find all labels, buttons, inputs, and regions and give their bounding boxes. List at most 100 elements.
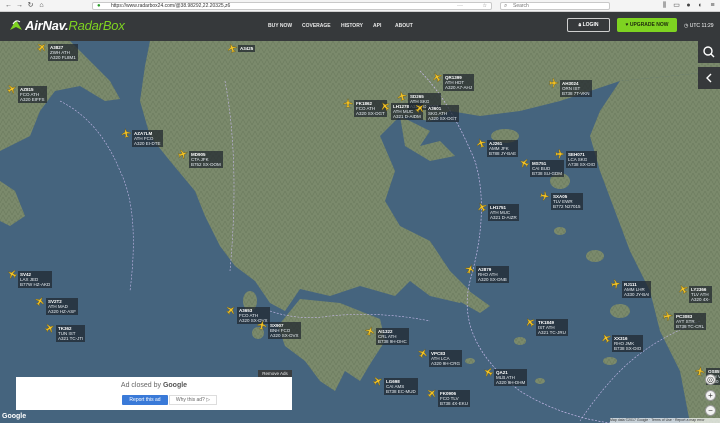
login-button[interactable]: 🔒︎ LOGIN [567, 18, 610, 32]
lock-icon: 🔒︎ [578, 22, 582, 28]
map-base[interactable] [0, 41, 720, 423]
flight-aircraft: A320 9H-DHM [496, 380, 526, 385]
nav-coverage[interactable]: COVERAGE [302, 12, 331, 41]
search-icon [703, 46, 715, 58]
flight-aircraft: A330 JY-BAI [624, 292, 650, 297]
url-bar[interactable]: ● https://www.radarbox24.com/@38.98292,2… [92, 2, 492, 10]
back-icon[interactable]: ← [4, 0, 13, 12]
logo[interactable]: AirNav.RadarBox [25, 18, 125, 33]
flight-label[interactable]: PC3083 AYT STR B738 TC-CRL [674, 313, 707, 330]
upgrade-button[interactable]: ♥ UPGRADE NOW [617, 18, 677, 32]
flight-aircraft: B788 JY-BAE [489, 151, 517, 156]
flight-label[interactable]: SXA05 TLV EWR B772 N27015 [551, 193, 583, 210]
flight-aircraft: A321 D-AIZR [490, 215, 517, 220]
flight-aircraft: A320 A7-AHJ [445, 85, 473, 90]
page-actions-icon[interactable]: ··· [457, 3, 463, 9]
flight-label[interactable]: VPC83 ATH LCA A320 9H-CRG [429, 350, 463, 367]
flight-label[interactable]: A3827 ZWH ATH A320 FL8M1 [48, 44, 78, 61]
site-header: AirNav.RadarBox BUY NOW COVERAGE HISTORY… [0, 12, 720, 41]
flight-aircraft: A320 SX-DGT [356, 111, 385, 116]
airplane-icon[interactable] [662, 310, 674, 322]
gift-icon: ♥ [625, 22, 629, 28]
url-text[interactable]: https://www.radarbox24.com/@38.98292,22.… [111, 3, 230, 10]
zoom-out-button[interactable]: − [705, 405, 716, 416]
upgrade-label: UPGRADE NOW [629, 22, 669, 28]
forward-icon[interactable]: → [15, 0, 24, 12]
login-label: LOGIN [582, 22, 599, 28]
flight-aircraft: A320 FL8M1 [50, 55, 76, 60]
library-icon[interactable]: ⫼ [660, 0, 669, 12]
flight-aircraft: B738 TC-CRL [676, 324, 705, 329]
nav-buy-now[interactable]: BUY NOW [268, 12, 292, 41]
flight-aircraft: A320 EIFFS [20, 97, 45, 102]
flight-label[interactable]: AH3024 ORN IST B738 7T-VKN [560, 80, 592, 97]
airplane-icon[interactable] [120, 127, 132, 139]
flight-aircraft: B738 7T-VKN [562, 91, 590, 96]
sidebar-icon[interactable]: ▭ [672, 0, 681, 12]
extension-icon[interactable]: ◐ [696, 0, 705, 12]
flight-label[interactable]: AI1322 CRL ATH B738 9H-DHC [376, 328, 409, 345]
map-search-button[interactable] [698, 41, 720, 63]
flight-label[interactable]: LG698 CAI AMS B738 EC-MUD [384, 378, 418, 395]
extension-icon[interactable]: ● [684, 0, 693, 12]
flight-aircraft: A320 4X- [691, 297, 710, 302]
flight-label[interactable]: MS751 CAI BUD B738 SU-GDM [530, 160, 565, 177]
flight-label[interactable]: AJ261 AMM JFK B788 JY-BAE [487, 140, 519, 157]
search-input[interactable] [513, 3, 603, 9]
flight-label[interactable]: FK0906 FCO TLV B738 4X-EKU [438, 390, 471, 407]
flight-label[interactable]: LY2366 TLV ATH A320 4X- [689, 286, 712, 303]
bookmark-icon[interactable]: ☆ [483, 3, 487, 10]
zoom-in-button[interactable]: + [705, 390, 716, 401]
report-ad-button[interactable]: Report this ad [122, 395, 168, 405]
flight-aircraft: A320 HZ-ASF [48, 309, 77, 314]
home-icon[interactable]: ⌂ [37, 0, 46, 12]
flight-label[interactable]: A3601 SKG ATH A320 SX-DGT [426, 105, 459, 122]
flight-label[interactable]: AZA7LM ATH FCO A320 EI-DTE [132, 130, 163, 147]
airplane-icon[interactable] [610, 278, 622, 290]
remove-ads-button[interactable]: Remove Ads [258, 370, 292, 377]
airplane-icon[interactable] [549, 78, 559, 88]
airplane-icon[interactable] [539, 190, 551, 202]
airplane-icon[interactable] [256, 319, 268, 331]
nav-history[interactable]: HISTORY [341, 12, 363, 41]
flight-callsign: A3425 [240, 46, 254, 51]
map-attribution[interactable]: Map data ©2017 Google · Terms of Use · R… [610, 418, 720, 423]
chevron-left-icon [706, 73, 712, 83]
airplane-icon[interactable] [694, 365, 706, 377]
flight-label[interactable]: TK362 TUN IST A321 TC-JTI [56, 325, 86, 342]
flight-label[interactable]: SX907 BNH FCO A320 SX-DVX [268, 322, 301, 339]
flight-label[interactable]: QR1399 ATH HDT A320 A7-AHJ [443, 74, 475, 91]
nav-about[interactable]: ABOUT [395, 12, 413, 41]
browser-search[interactable]: ⌕ [500, 2, 610, 10]
search-icon: ⌕ [504, 3, 508, 9]
flight-aircraft: A320 EI-DTE [134, 141, 161, 146]
my-location-icon[interactable]: ◎ [705, 374, 716, 385]
flight-label[interactable]: SEH071 LCA SKG A738 SX-DIO [566, 151, 598, 168]
nav-api[interactable]: API [373, 12, 381, 41]
radar-map[interactable]: A3827 ZWH ATH A320 FL8M1 A3425 AZ815 FCO ATH A… [0, 41, 720, 423]
why-this-ad-button[interactable]: Why this ad? ▷ [169, 395, 217, 405]
flight-label[interactable]: SV42 LAX JED B77W HZ-AKD [18, 271, 53, 288]
flight-label[interactable]: LH1751 ATH MUC A321 D-AIZR [488, 204, 519, 221]
flight-label[interactable]: SV2T2 ATH MAD A320 HZ-ASF [46, 298, 79, 315]
airplane-icon[interactable] [343, 98, 353, 108]
flight-label[interactable]: MD905 CTA JFK B752 SX-DOM [189, 151, 223, 168]
panel-toggle-button[interactable] [698, 67, 720, 89]
flight-aircraft: B738 EC-MUD [386, 389, 416, 394]
airplane-icon[interactable] [555, 149, 565, 159]
flight-aircraft: B738 4X-EKU [440, 401, 469, 406]
flight-label[interactable]: RJ111 AMM LHR A330 JY-BAI [622, 281, 652, 298]
logo-product: RadarBox [68, 18, 125, 33]
menu-icon[interactable]: ≡ [708, 0, 717, 12]
flight-aircraft: A321 TC-JRU [538, 330, 566, 335]
flight-label[interactable]: XX316 RHO JMK B738 SX-DIO [612, 335, 644, 352]
flight-label[interactable]: A3425 [238, 45, 256, 52]
flight-label[interactable]: AZ815 FCO ATH A320 EIFFS [18, 86, 47, 103]
flight-label[interactable]: A2879 RHO ATH A320 SX-DNB [476, 266, 509, 283]
reload-icon[interactable]: ↻ [26, 0, 35, 12]
flight-label[interactable]: QA21 MLB ATH A320 9H-DHM [494, 369, 528, 386]
flight-aircraft: A321 D-AIDM [393, 114, 421, 119]
utc-clock: ◷ UTC 11:29 [684, 12, 714, 41]
utc-time: 11:29 [701, 23, 714, 29]
flight-label[interactable]: TK1849 IST ATH A321 TC-JRU [536, 319, 568, 336]
